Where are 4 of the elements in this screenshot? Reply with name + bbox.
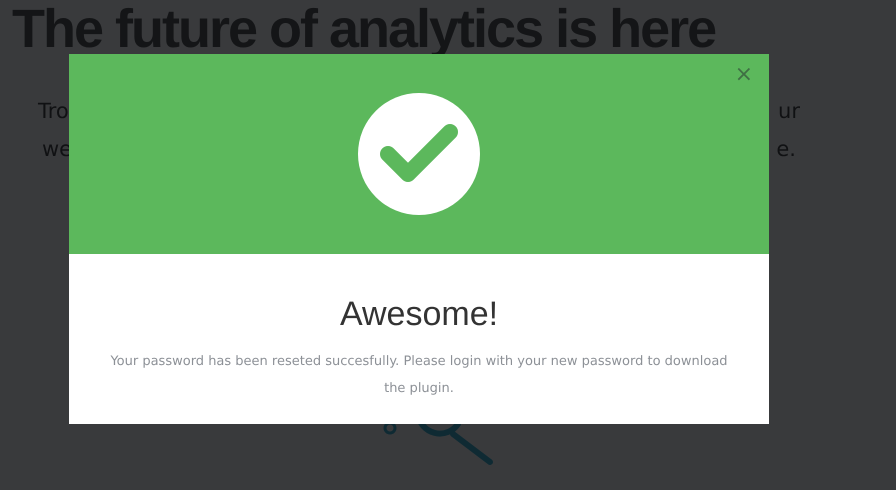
- check-circle-icon: [358, 93, 480, 215]
- close-button[interactable]: ×: [730, 64, 757, 86]
- modal-message: Your password has been reseted succesfully. Please login with your new password to download the plugin.: [109, 353, 729, 398]
- modal-title: Awesome!: [338, 294, 500, 334]
